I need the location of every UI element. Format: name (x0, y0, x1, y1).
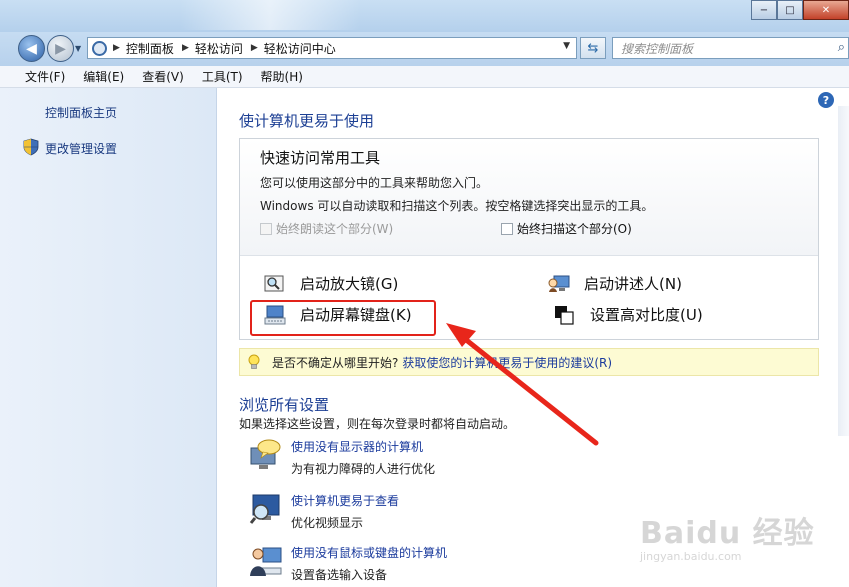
browse-settings-description: 如果选择这些设置，则在每次登录时都将自动启动。 (239, 417, 516, 431)
narrator-icon (548, 275, 570, 292)
always-scan-checkbox[interactable]: 始终扫描这个部分(O) (501, 220, 632, 237)
watermark-brand: Baidu 经验 (640, 516, 815, 551)
setting-subtitle: 优化视频显示 (291, 516, 364, 530)
search-icon[interactable]: ⌕ (838, 40, 845, 55)
menu-edit[interactable]: 编辑(E) (74, 68, 133, 85)
page-title: 使计算机更易于使用 (239, 112, 375, 130)
start-magnifier-link[interactable]: 启动放大镜(G) (264, 273, 398, 294)
arrow-left-icon: ◀ (26, 40, 37, 57)
breadcrumb-control-panel[interactable]: ▶ 控制面板 (111, 40, 180, 57)
suggestion-bar: 是否不确定从哪里开始? 获取使您的计算机更易于使用的建议(R) (239, 348, 819, 376)
breadcrumb-label: 轻松访问中心 (263, 41, 336, 56)
start-narrator-link[interactable]: 启动讲述人(N) (548, 273, 682, 294)
search-input[interactable]: 搜索控制面板 ⌕ (612, 37, 849, 59)
forward-button[interactable]: ▶ (47, 35, 74, 62)
refresh-icon: ⇆ (587, 40, 599, 56)
chevron-right-icon: ▶ (113, 43, 120, 53)
tool-label: 设置高对比度(U) (590, 306, 703, 324)
search-placeholder: 搜索控制面板 (621, 41, 694, 56)
menu-tools[interactable]: 工具(T) (193, 68, 252, 85)
monitor-magnifier-icon (249, 494, 280, 524)
set-high-contrast-link[interactable]: 设置高对比度(U) (554, 304, 703, 325)
always-read-checkbox[interactable]: 始终朗读这个部分(W) (260, 220, 393, 237)
help-icon[interactable]: ? (818, 92, 834, 108)
checkbox-box (260, 222, 272, 235)
quick-access-header: 快速访问常用工具 您可以使用这部分中的工具来帮助您入门。 Windows 可以自… (240, 139, 818, 256)
annotation-highlight-box (250, 300, 436, 336)
title-glow (180, 0, 360, 30)
title-bar: − □ ✕ (0, 0, 849, 32)
tool-label: 启动讲述人(N) (584, 275, 682, 293)
address-bar[interactable]: ▶ 控制面板 ▶ 轻松访问 ▶ 轻松访问中心 ▼ (87, 37, 577, 59)
navigation-bar: ◀ ▶ ▼ ▶ 控制面板 ▶ 轻松访问 ▶ 轻松访问中心 ▼ ⇆ 搜索控制面板 … (0, 32, 849, 66)
setting-subtitle: 设置备选输入设备 (291, 568, 388, 582)
setting-title[interactable]: 使计算机更易于查看 (291, 492, 399, 509)
menu-view[interactable]: 查看(V) (133, 68, 193, 85)
high-contrast-icon (555, 305, 574, 325)
tool-label: 启动放大镜(G) (300, 275, 399, 293)
breadcrumb-label: 轻松访问 (194, 41, 243, 56)
browse-settings-heading: 浏览所有设置 (239, 396, 330, 414)
chevron-right-icon: ▶ (250, 43, 258, 53)
arrow-right-icon: ▶ (55, 40, 66, 57)
suggestion-question: 是否不确定从哪里开始? (272, 355, 399, 370)
quick-access-description: 您可以使用这部分中的工具来帮助您入门。 (260, 176, 489, 190)
get-recommendations-link[interactable]: 获取使您的计算机更易于使用的建议(R) (402, 354, 612, 371)
vertical-scrollbar[interactable] (838, 106, 849, 436)
checkbox-label: 始终朗读这个部分(W) (276, 222, 394, 236)
magnifier-icon (264, 275, 284, 291)
lightbulb-icon (248, 354, 260, 369)
menu-help[interactable]: 帮助(H) (252, 68, 312, 85)
address-dropdown-icon[interactable]: ▼ (563, 41, 570, 51)
window-controls: − □ ✕ (751, 0, 849, 20)
recent-pages-dropdown[interactable]: ▼ (75, 44, 81, 53)
person-computer-icon (250, 547, 282, 576)
quick-access-title: 快速访问常用工具 (260, 149, 381, 167)
breadcrumb-ease-of-access-center[interactable]: ▶ 轻松访问中心 (249, 40, 342, 57)
checkbox-box (501, 222, 513, 235)
refresh-button[interactable]: ⇆ (580, 37, 606, 59)
breadcrumb-label: 控制面板 (125, 41, 174, 56)
menu-file[interactable]: 文件(F) (16, 68, 74, 85)
uac-shield-icon (23, 138, 39, 156)
checkbox-label: 始终扫描这个部分(O) (517, 222, 632, 236)
setting-subtitle: 为有视力障碍的人进行优化 (291, 462, 436, 476)
minimize-button[interactable]: − (751, 0, 777, 20)
watermark: Baidu 经验 jingyan.baidu.com (640, 508, 815, 563)
menu-bar: 文件(F) 编辑(E) 查看(V) 工具(T) 帮助(H) (0, 66, 849, 88)
sidebar-link-home[interactable]: 控制面板主页 (45, 104, 117, 121)
breadcrumb-ease-of-access[interactable]: ▶ 轻松访问 (180, 40, 249, 57)
quick-access-instructions: Windows 可以自动读取和扫描这个列表。按空格键选择突出显示的工具。 (260, 199, 654, 213)
back-button[interactable]: ◀ (18, 35, 45, 62)
chevron-right-icon: ▶ (181, 43, 189, 53)
control-panel-icon (92, 40, 107, 56)
speech-bubble-monitor-icon (250, 439, 281, 469)
setting-title[interactable]: 使用没有鼠标或键盘的计算机 (291, 544, 447, 561)
maximize-button[interactable]: □ (777, 0, 803, 20)
sidebar: 控制面板主页 更改管理设置 (0, 88, 217, 587)
close-button[interactable]: ✕ (803, 0, 849, 20)
setting-title[interactable]: 使用没有显示器的计算机 (291, 438, 423, 455)
sidebar-link-admin-settings[interactable]: 更改管理设置 (45, 140, 117, 157)
